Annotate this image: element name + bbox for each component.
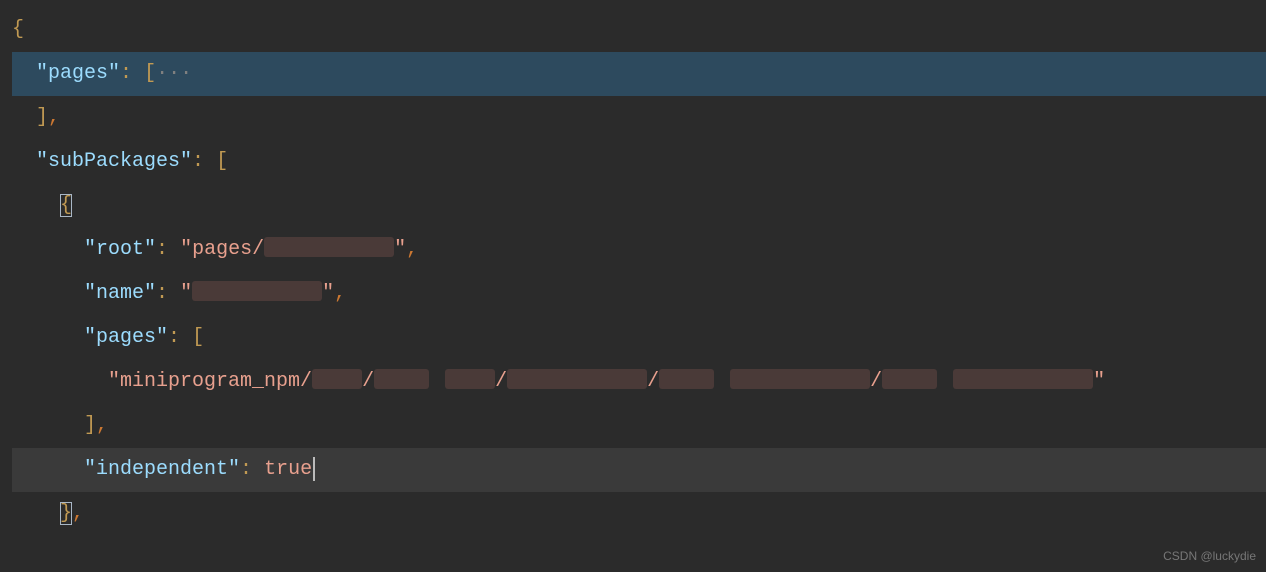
json-key: "pages" (36, 62, 120, 85)
redacted-text (445, 369, 495, 389)
redacted-text (730, 369, 870, 389)
code-line: { (12, 8, 1266, 52)
json-bool: true (264, 458, 312, 481)
json-key: "pages" (84, 326, 168, 349)
watermark: CSDN @luckydie (1163, 547, 1256, 566)
redacted-text (312, 369, 362, 389)
redacted-text (507, 369, 647, 389)
json-key: "independent" (84, 458, 240, 481)
fold-indicator[interactable]: ··· (156, 62, 192, 85)
code-line: "pages": [ (12, 316, 1266, 360)
brace-open-highlighted: { (60, 194, 72, 217)
redacted-text (192, 281, 322, 301)
redacted-text (882, 369, 937, 389)
json-key: "subPackages" (36, 150, 192, 173)
code-line: "subPackages": [ (12, 140, 1266, 184)
code-line: ], (12, 404, 1266, 448)
json-key: "root" (84, 238, 156, 261)
code-line-highlighted: "pages": [··· (12, 52, 1266, 96)
code-line: }, (12, 492, 1266, 536)
code-line: "miniprogram_npm/////" (12, 360, 1266, 404)
redacted-text (264, 237, 394, 257)
code-line: "root": "pages/", (12, 228, 1266, 272)
redacted-text (659, 369, 714, 389)
brace-open: { (12, 18, 24, 41)
code-line: ], (12, 96, 1266, 140)
redacted-text (374, 369, 429, 389)
code-line: "name": "", (12, 272, 1266, 316)
brace-close-highlighted: } (60, 502, 72, 525)
text-cursor (313, 457, 315, 481)
code-line-current: "independent": true (12, 448, 1266, 492)
code-editor[interactable]: { "pages": [··· ], "subPackages": [ { "r… (0, 0, 1266, 536)
code-line: { (12, 184, 1266, 228)
redacted-text (953, 369, 1093, 389)
json-key: "name" (84, 282, 156, 305)
